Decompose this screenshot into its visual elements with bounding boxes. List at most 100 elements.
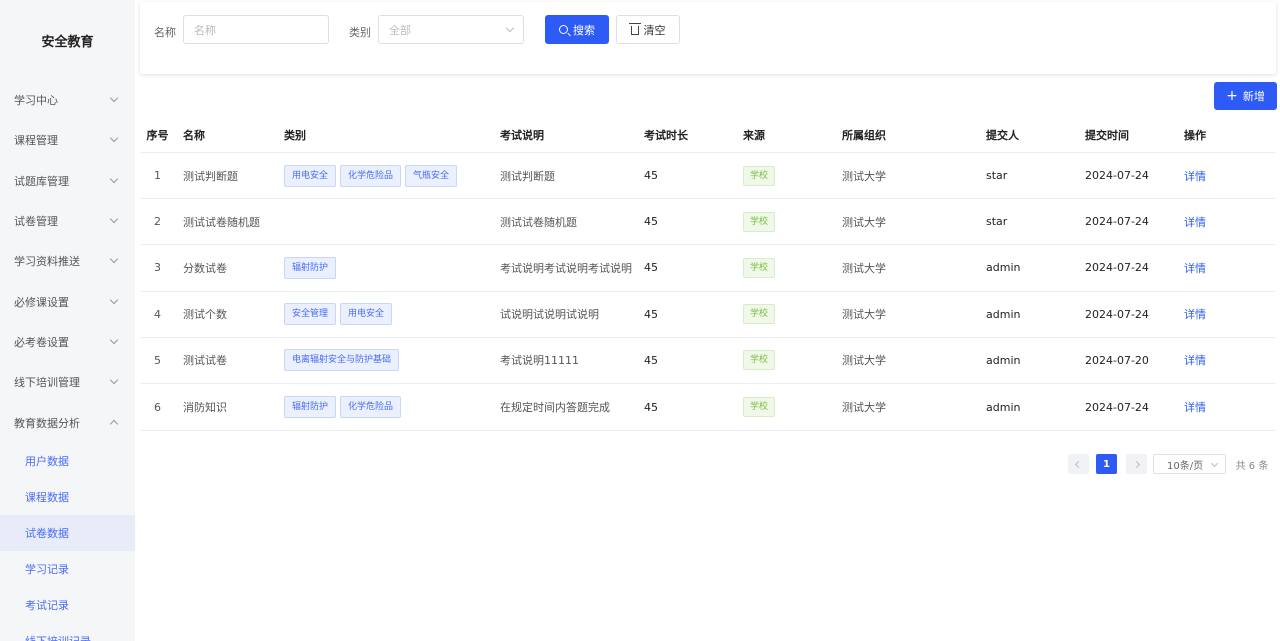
sidebar: 安全教育 学习中心 课程管理 试题库管理 试卷管理 学习资料推送 必修课设置 必考卷设置 线下… [0, 0, 135, 641]
sidebar-subitem[interactable]: 试卷数据 [0, 514, 135, 551]
table-cell: 45 [644, 400, 658, 414]
sidebar-item[interactable]: 试卷管理 [0, 201, 135, 241]
category-tag: 化学危险品 [340, 396, 402, 419]
category-tags: 辐射防护 [276, 256, 492, 279]
table-cell: 测试试卷随机题 [500, 215, 577, 229]
category-tag: 安全管理 [284, 303, 337, 326]
table-cell: 消防知识 [183, 401, 227, 415]
filter-panel: 名称 名称 类别 全部 搜索 清空 [140, 2, 1276, 74]
column-header: 考试说明 [500, 128, 544, 142]
sidebar-item[interactable]: 学习资料推送 [0, 241, 135, 281]
table-cell: 考试说明考试说明考试说明 [500, 261, 632, 275]
table-cell: 4 [154, 307, 161, 321]
type-filter-select[interactable]: 全部 [378, 15, 524, 44]
sidebar-item[interactable]: 线下培训管理 [0, 362, 135, 402]
table-cell: 考试说明11111 [500, 354, 579, 368]
table-cell: star [986, 169, 1008, 183]
table-cell: 2024-07-24 [1085, 261, 1149, 275]
name-filter-input[interactable]: 名称 [183, 15, 329, 44]
category-tags: 辐射防护 化学危险品 [276, 396, 492, 419]
table-cell: 分数试卷 [183, 261, 227, 275]
sidebar-subitem[interactable]: 考试记录 [0, 587, 135, 623]
sidebar-subitem[interactable]: 线下培训记录 [0, 623, 135, 641]
add-button[interactable]: + 新增 [1214, 82, 1277, 110]
category-tag: 化学危险品 [340, 164, 402, 187]
table-cell: 2024-07-24 [1085, 169, 1149, 183]
clear-button[interactable]: 清空 [616, 15, 680, 44]
table-cell: 45 [644, 215, 658, 229]
sidebar-item[interactable]: 课程管理 [0, 120, 135, 160]
search-icon [559, 25, 568, 34]
table-row: 5 测试试卷 电离辐射安全与防护基础 考试说明11111 45 学校 测试大学 admin 20… [140, 338, 1276, 384]
next-page-button[interactable] [1126, 454, 1147, 474]
detail-link[interactable]: 详情 [1184, 308, 1206, 321]
table-cell: 试说明试说明试说明 [500, 308, 599, 322]
table-cell: 2024-07-24 [1085, 400, 1149, 414]
column-header: 提交时间 [1085, 128, 1129, 142]
chevron-down-icon [1210, 459, 1219, 468]
table-cell: 45 [644, 169, 658, 183]
chevron-down-icon [109, 335, 119, 345]
category-tags: 安全管理 用电安全 [276, 303, 492, 326]
exam-table: 序号 名称 类别 考试说明 考试时长 来源 所属组织 提交人 提交时间 操作 1 测试判断题 用电安全… [140, 117, 1276, 432]
source-cell: 学校 [735, 304, 834, 325]
chevron-down-icon [109, 134, 119, 143]
table-row: 1 测试判断题 用电安全 化学危险品 气瓶安全 测试判断题 45 学校 测试大学 star 2024… [140, 153, 1276, 200]
category-tags: 用电安全 化学危险品 气瓶安全 [276, 164, 492, 187]
sidebar-item[interactable]: 试题库管理 [0, 161, 135, 201]
column-header: 序号 [146, 128, 169, 142]
chevron-right-icon [1132, 460, 1141, 468]
category-tags: 电离辐射安全与防护基础 [276, 349, 492, 372]
table-cell: 45 [644, 307, 658, 321]
name-filter-label: 名称 [154, 26, 176, 39]
table-cell: 3 [154, 261, 161, 275]
source-tag: 学校 [743, 350, 776, 371]
table-row: 2 测试试卷随机题 测试试卷随机题 45 学校 测试大学 star 2024-07-24 详情 [140, 199, 1276, 246]
table-cell: 测试试卷 [183, 354, 227, 368]
category-tag: 辐射防护 [284, 256, 337, 279]
search-button[interactable]: 搜索 [545, 15, 609, 44]
sidebar-item[interactable]: 必考卷设置 [0, 322, 135, 362]
total-count: 共 6 条 [1235, 460, 1269, 472]
detail-link[interactable]: 详情 [1184, 262, 1206, 275]
source-tag: 学校 [743, 397, 776, 418]
sidebar-subitem[interactable]: 用户数据 [0, 443, 135, 479]
detail-link[interactable]: 详情 [1184, 170, 1206, 183]
sidebar-subitem[interactable]: 课程数据 [0, 479, 135, 515]
chevron-down-icon [109, 93, 119, 103]
sidebar-item[interactable]: 教育数据分析 [0, 402, 135, 442]
chevron-left-icon [1074, 460, 1083, 468]
chevron-down-icon [109, 174, 119, 183]
table-cell: 测试大学 [842, 354, 886, 368]
category-tag: 辐射防护 [284, 396, 337, 419]
detail-link[interactable]: 详情 [1184, 216, 1206, 229]
category-tag: 电离辐射安全与防护基础 [284, 349, 400, 372]
table-cell: 测试大学 [842, 169, 886, 183]
source-cell: 学校 [735, 257, 834, 278]
sidebar-item[interactable]: 学习中心 [0, 80, 135, 120]
app-title: 安全教育 [41, 34, 94, 50]
chevron-down-icon [505, 23, 515, 33]
table-cell: 1 [154, 169, 161, 183]
category-tag: 用电安全 [284, 164, 337, 187]
table-cell: admin [986, 400, 1021, 414]
detail-link[interactable]: 详情 [1184, 354, 1206, 367]
table-header: 序号 名称 类别 考试说明 考试时长 来源 所属组织 提交人 提交时间 操作 [140, 117, 1276, 153]
page-1-button[interactable]: 1 [1096, 454, 1117, 474]
sidebar-subitem[interactable]: 学习记录 [0, 551, 135, 587]
table-cell: 测试大学 [842, 308, 886, 322]
table-cell: 45 [644, 353, 658, 367]
prev-page-button[interactable] [1068, 454, 1089, 474]
source-cell: 学校 [735, 165, 834, 186]
source-tag: 学校 [743, 211, 776, 232]
source-tag: 学校 [743, 165, 776, 186]
sidebar-item[interactable]: 必修课设置 [0, 281, 135, 321]
table-cell: 45 [644, 261, 658, 275]
detail-link[interactable]: 详情 [1184, 401, 1206, 414]
table-cell: 2 [154, 215, 161, 229]
sidebar-submenu: 用户数据课程数据试卷数据学习记录考试记录线下培训记录 [0, 443, 135, 641]
chevron-down-icon [109, 255, 119, 264]
column-header: 名称 [183, 128, 205, 142]
page-size-select[interactable]: 10条/页 [1153, 454, 1226, 474]
table-cell: admin [986, 261, 1021, 275]
